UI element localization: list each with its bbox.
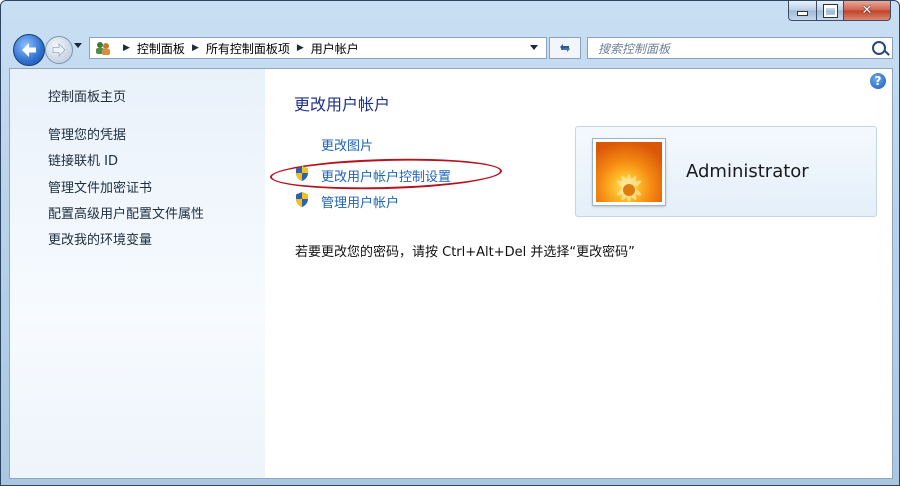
task-pane: 控制面板主页 管理您的凭据 链接联机 ID 管理文件加密证书 配置高级用户配置文… xyxy=(10,69,265,478)
breadcrumb-item[interactable]: 控制面板 xyxy=(137,40,185,57)
navigation-bar: ▶ 控制面板 ▶ 所有控制面板项 ▶ 用户帐户 搜索控制面板 xyxy=(9,31,893,66)
main-pane: ? 更改用户帐户 更改图片 更改用户帐户控制设置 管理用户帐户 若要更改您的密码… xyxy=(265,69,892,478)
caption-buttons: ✕ xyxy=(788,1,891,21)
page-title: 更改用户帐户 xyxy=(294,95,391,114)
password-hint-text: 若要更改您的密码，请按 Ctrl+Alt+Del 并选择“更改密码” xyxy=(295,245,635,260)
maximize-button[interactable] xyxy=(817,1,843,21)
uac-shield-icon xyxy=(296,166,308,181)
address-dropdown-icon[interactable] xyxy=(530,45,538,50)
users-folder-icon xyxy=(94,40,112,56)
breadcrumb-separator-icon: ▶ xyxy=(296,43,304,53)
uac-settings-link[interactable]: 更改用户帐户控制设置 xyxy=(321,166,451,185)
search-placeholder: 搜索控制面板 xyxy=(598,41,671,56)
refresh-icon xyxy=(560,44,570,52)
back-button[interactable] xyxy=(13,34,45,66)
uac-shield-icon xyxy=(296,192,308,207)
close-button[interactable]: ✕ xyxy=(843,1,891,21)
breadcrumb-item[interactable]: 用户帐户 xyxy=(311,40,359,57)
breadcrumb-separator-icon: ▶ xyxy=(123,43,130,53)
breadcrumb-separator-icon: ▶ xyxy=(191,43,199,53)
explorer-window: ✕ ▶ 控制面板 ▶ 所有控制面板项 ▶ 用户帐户 搜索控制面板 控制面板主页 … xyxy=(0,0,900,486)
recent-pages-dropdown[interactable] xyxy=(74,43,82,48)
breadcrumb-item[interactable]: 所有控制面板项 xyxy=(206,40,290,57)
address-bar[interactable]: ▶ 控制面板 ▶ 所有控制面板项 ▶ 用户帐户 xyxy=(89,37,547,59)
sidebar-item-link-online-id[interactable]: 链接联机 ID xyxy=(48,150,118,169)
search-input[interactable]: 搜索控制面板 xyxy=(587,37,893,59)
arrow-left-icon xyxy=(22,43,36,57)
maximize-icon xyxy=(822,3,838,18)
sidebar-item-manage-credentials[interactable]: 管理您的凭据 xyxy=(48,124,126,143)
sidebar-item-advanced-profile-properties[interactable]: 配置高级用户配置文件属性 xyxy=(48,203,204,222)
forward-button[interactable] xyxy=(45,36,73,64)
minimize-button[interactable] xyxy=(788,1,817,21)
arrow-right-icon xyxy=(52,43,66,57)
manage-user-accounts-link[interactable]: 管理用户帐户 xyxy=(321,192,399,211)
refresh-button[interactable] xyxy=(549,37,581,59)
minimize-icon xyxy=(797,11,808,16)
user-name: Administrator xyxy=(686,161,809,182)
help-icon[interactable]: ? xyxy=(870,73,886,89)
close-icon: ✕ xyxy=(861,3,873,18)
search-icon[interactable] xyxy=(872,41,886,55)
change-picture-link[interactable]: 更改图片 xyxy=(321,135,373,154)
sidebar-item-control-panel-home[interactable]: 控制面板主页 xyxy=(48,86,126,105)
content-area: 控制面板主页 管理您的凭据 链接联机 ID 管理文件加密证书 配置高级用户配置文… xyxy=(9,68,893,479)
sidebar-item-environment-variables[interactable]: 更改我的环境变量 xyxy=(48,229,152,248)
user-picture-flower[interactable] xyxy=(593,139,665,205)
user-account-tile: Administrator xyxy=(575,126,877,217)
sidebar-item-file-encryption-certificates[interactable]: 管理文件加密证书 xyxy=(48,177,152,196)
